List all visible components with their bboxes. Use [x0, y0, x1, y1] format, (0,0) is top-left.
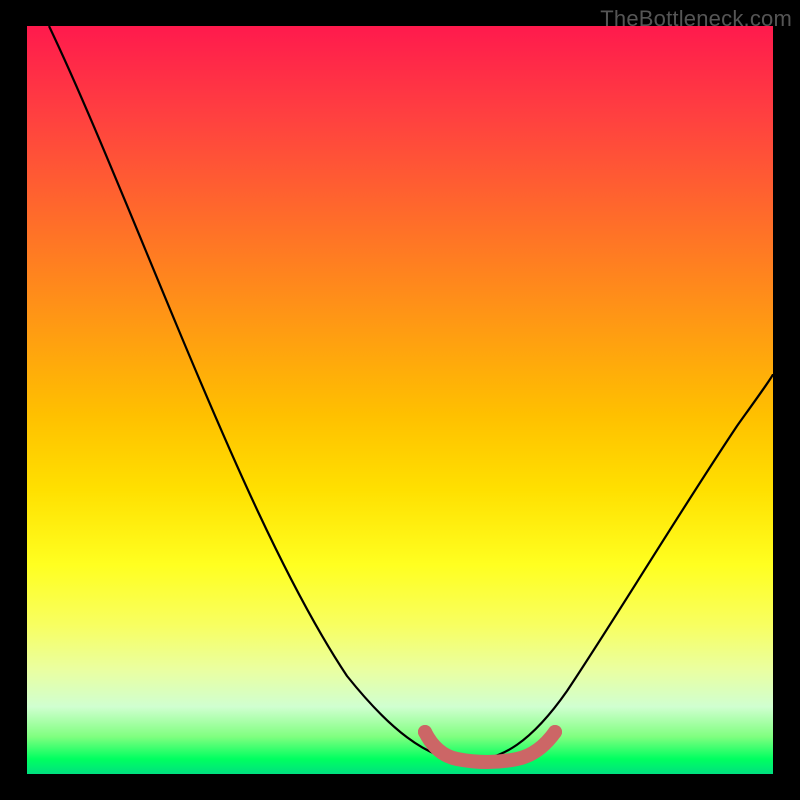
chart-frame: TheBottleneck.com — [0, 0, 800, 800]
optimal-band — [425, 732, 555, 762]
optimal-start-dot — [418, 725, 432, 739]
plot-area — [27, 26, 773, 774]
bottleneck-curve — [49, 26, 773, 761]
watermark-text: TheBottleneck.com — [600, 6, 792, 32]
curve-layer — [27, 26, 773, 774]
optimal-end-dot — [548, 725, 562, 739]
